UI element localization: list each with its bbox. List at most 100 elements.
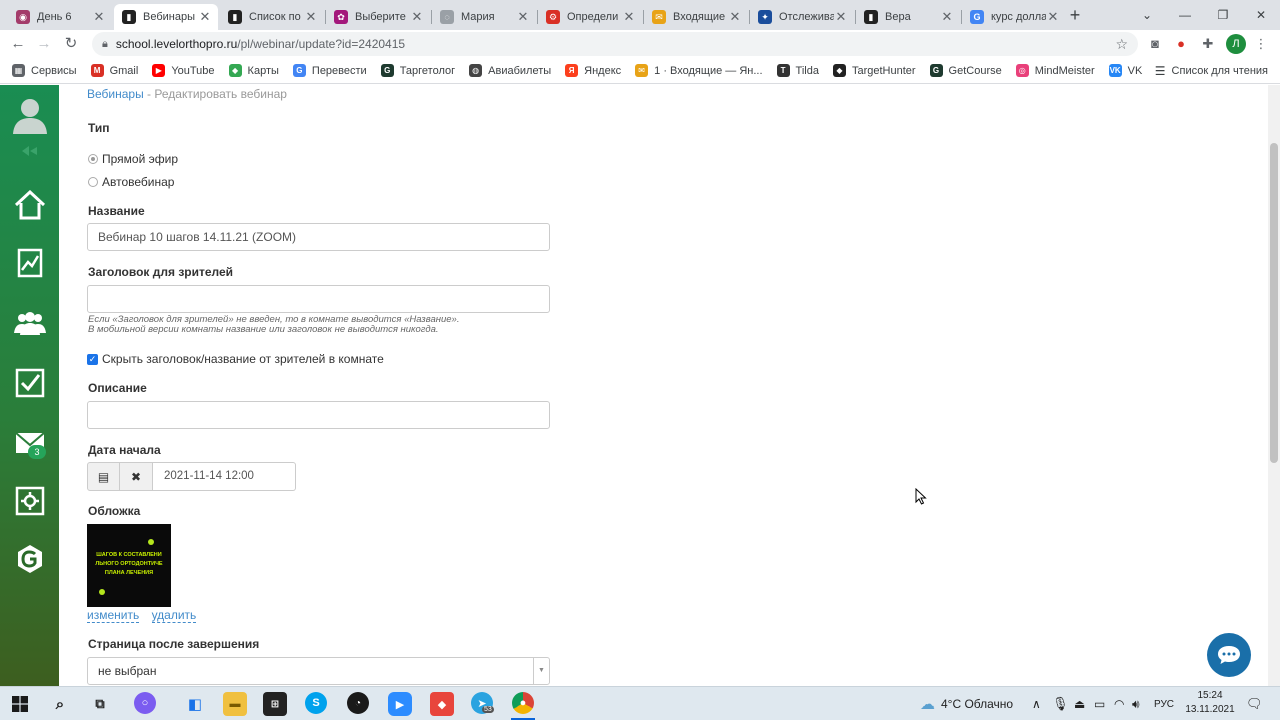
cover-delete-link[interactable]: удалить bbox=[151, 608, 197, 623]
reload-icon[interactable]: ↻ bbox=[61, 34, 81, 54]
browser-tab[interactable]: ✉ Входящие ✕ bbox=[644, 4, 748, 30]
tab-close-icon[interactable]: ✕ bbox=[92, 9, 106, 25]
sidebar-profile[interactable] bbox=[10, 95, 50, 135]
radio-live-circle[interactable] bbox=[88, 154, 98, 164]
tab-close-icon[interactable]: ✕ bbox=[198, 9, 212, 25]
breadcrumb-webinars-link[interactable]: Вебинары bbox=[87, 87, 144, 101]
type-radio-live[interactable]: Прямой эфир bbox=[88, 152, 178, 166]
reading-list[interactable]: ☰ Список для чтения bbox=[1155, 64, 1268, 78]
wifi-icon[interactable]: ◠ bbox=[1114, 687, 1124, 720]
bookmark-item[interactable]: G Перевести bbox=[292, 64, 367, 77]
record-icon[interactable]: ● bbox=[1172, 35, 1190, 53]
task-view-icon[interactable]: ⧉ bbox=[88, 692, 112, 716]
tab-close-icon[interactable]: ✕ bbox=[410, 9, 424, 25]
viewer-title-input[interactable] bbox=[87, 285, 550, 313]
volume-icon[interactable]: 🔊︎ bbox=[1132, 687, 1140, 720]
chrome-icon[interactable]: ● bbox=[512, 692, 534, 714]
forward-icon[interactable]: → bbox=[34, 34, 54, 54]
tab-close-icon[interactable]: ✕ bbox=[622, 9, 636, 25]
extensions-icon[interactable]: ✚ bbox=[1199, 35, 1217, 53]
back-icon[interactable]: ← bbox=[8, 34, 28, 54]
menu-icon[interactable]: ⋮ bbox=[1252, 35, 1270, 53]
description-input[interactable] bbox=[87, 401, 550, 429]
sidebar-getcourse[interactable] bbox=[10, 539, 50, 579]
new-tab-button[interactable]: + bbox=[1064, 5, 1086, 27]
tab-close-icon[interactable]: ✕ bbox=[304, 9, 318, 25]
tab-close-icon[interactable]: ✕ bbox=[728, 9, 742, 25]
language-indicator[interactable]: РУС bbox=[1154, 687, 1174, 720]
bookmark-item[interactable]: ▦ Сервисы bbox=[12, 64, 77, 77]
browser-tab[interactable]: ✦ Отслежива ✕ bbox=[750, 4, 854, 30]
bookmark-item[interactable]: M Gmail bbox=[90, 64, 138, 77]
browser-tab[interactable]: ▮ Список по ✕ bbox=[220, 4, 324, 30]
notifications-icon[interactable]: 🗨︎ bbox=[1246, 687, 1263, 720]
minimize-icon[interactable]: — bbox=[1166, 0, 1204, 30]
bookmark-item[interactable]: ▶ YouTube bbox=[152, 64, 215, 77]
checkmark-icon[interactable]: ✓ bbox=[87, 353, 98, 365]
clock[interactable]: 15:24 13.11.2021 bbox=[1180, 689, 1240, 717]
browser-tab[interactable]: ▮ Вебинары ✕ bbox=[114, 4, 218, 30]
bookmark-item[interactable]: ◆ TargetHunter bbox=[832, 64, 916, 77]
tab-close-icon[interactable]: ✕ bbox=[940, 9, 954, 25]
file-explorer-icon[interactable]: ▬ bbox=[223, 692, 247, 716]
bookmark-item[interactable]: ◆ Карты bbox=[228, 64, 279, 77]
cover-change-link[interactable]: изменить bbox=[87, 608, 140, 623]
maximize-icon[interactable]: ❐ bbox=[1204, 0, 1242, 30]
tab-search-icon[interactable]: ⌄ bbox=[1128, 0, 1166, 30]
hide-title-checkbox[interactable]: ✓ Скрыть заголовок/название от зрителей … bbox=[87, 352, 384, 366]
browser-tab[interactable]: ▮ Вера ✕ bbox=[856, 4, 960, 30]
bookmark-star-icon[interactable]: ☆ bbox=[1115, 36, 1128, 53]
scrollbar-thumb[interactable] bbox=[1270, 143, 1278, 463]
sidebar-statistics[interactable] bbox=[10, 243, 50, 283]
sidebar-collapse[interactable] bbox=[10, 141, 50, 161]
obs-icon[interactable]: ◔ bbox=[347, 692, 369, 714]
tab-close-icon[interactable]: ✕ bbox=[1046, 9, 1060, 25]
bookmark-item[interactable]: ✉ 1 · Входящие — Ян... bbox=[635, 64, 763, 77]
usb-icon[interactable]: ⏏ bbox=[1074, 687, 1085, 720]
radio-auto-circle[interactable] bbox=[88, 177, 98, 187]
calendar-button[interactable]: ▤ bbox=[87, 462, 120, 491]
anydesk-icon[interactable]: ◆ bbox=[430, 692, 454, 716]
type-radio-auto[interactable]: Автовебинар bbox=[88, 175, 174, 189]
search-icon[interactable]: ⌕ bbox=[48, 692, 72, 716]
bookmark-item[interactable]: ◎ MindMeister bbox=[1015, 64, 1095, 77]
start-button[interactable] bbox=[8, 692, 32, 716]
sidebar-settings[interactable] bbox=[10, 481, 50, 521]
tab-close-icon[interactable]: ✕ bbox=[834, 9, 848, 25]
skype-icon[interactable]: S bbox=[305, 692, 327, 714]
camera-icon[interactable]: ◙ bbox=[1146, 35, 1164, 53]
lock-icon[interactable]: 🔒︎ bbox=[102, 38, 108, 51]
bookmark-item[interactable]: G Таргетолог bbox=[380, 64, 455, 77]
browser-tab[interactable]: Gкурс долла ✕ bbox=[962, 4, 1066, 30]
browser-tab[interactable]: ◌ Мария ✕ bbox=[432, 4, 536, 30]
sidebar-home[interactable] bbox=[10, 185, 50, 225]
sidebar-users[interactable] bbox=[10, 303, 50, 343]
zoom-icon[interactable]: ▶ bbox=[388, 692, 412, 716]
after-page-select[interactable]: не выбран ▼ bbox=[87, 657, 550, 685]
name-input[interactable]: Вебинар 10 шагов 14.11.21 (ZOOM) bbox=[87, 223, 550, 251]
notes-app-icon[interactable]: ◧ bbox=[183, 692, 207, 716]
select-caret-icon[interactable]: ▼ bbox=[533, 658, 549, 684]
cortana-icon[interactable]: ○ bbox=[134, 692, 156, 714]
tray-chevron-icon[interactable]: ∧ bbox=[1032, 687, 1041, 720]
microphone-icon[interactable]: 🎙︎ bbox=[1052, 687, 1069, 720]
bookmark-item[interactable]: T Tilda bbox=[776, 64, 819, 77]
tab-close-icon[interactable]: ✕ bbox=[516, 9, 530, 25]
bookmark-item[interactable]: VK VK bbox=[1108, 64, 1142, 77]
page-scrollbar[interactable] bbox=[1268, 85, 1280, 686]
start-date-input[interactable]: 2021-11-14 12:00 bbox=[153, 462, 296, 491]
browser-tab[interactable]: ⚙ Определи ✕ bbox=[538, 4, 642, 30]
profile-avatar[interactable]: Л bbox=[1226, 34, 1246, 54]
sidebar-tasks[interactable] bbox=[10, 363, 50, 403]
clear-date-button[interactable]: ✖ bbox=[120, 462, 153, 491]
store-icon[interactable]: ⊞ bbox=[263, 692, 287, 716]
weather-widget[interactable]: ☁ 4°C Облачно bbox=[920, 687, 1013, 720]
browser-tab[interactable]: ◉ День 6 ✕ bbox=[8, 4, 112, 30]
chat-button[interactable] bbox=[1207, 633, 1251, 677]
bookmark-item[interactable]: Я Яндекс bbox=[565, 64, 621, 77]
address-bar[interactable]: 🔒︎ school.levelorthopro.ru/pl/webinar/up… bbox=[92, 32, 1138, 56]
bookmark-item[interactable]: G GetCourse bbox=[929, 64, 1002, 77]
browser-tab[interactable]: ✿ Выберите ✕ bbox=[326, 4, 430, 30]
window-close-icon[interactable]: ✕ bbox=[1242, 0, 1280, 30]
bookmark-item[interactable]: ◍ Авиабилеты bbox=[469, 64, 551, 77]
